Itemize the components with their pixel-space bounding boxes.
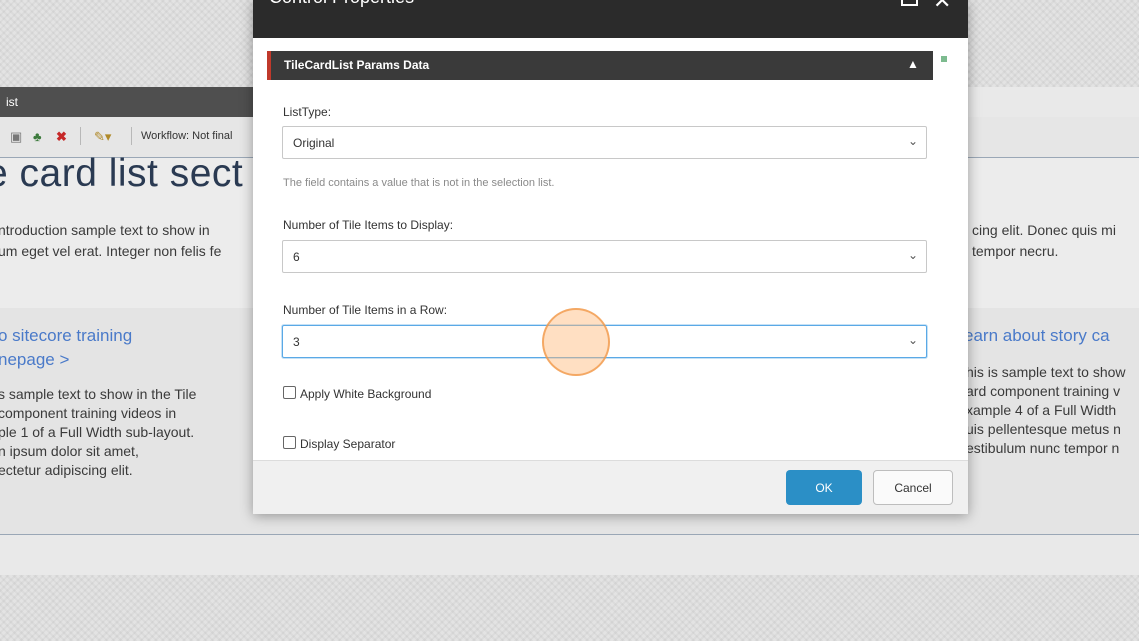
card-text-line: n ipsum dolor sit amet, xyxy=(0,443,139,459)
collapse-chevron-icon[interactable]: ▲ xyxy=(907,57,919,71)
intro-text-line: ntroduction sample text to show in xyxy=(0,222,210,238)
items-in-row-label: Number of Tile Items in a Row: xyxy=(283,303,448,317)
card-link-training[interactable]: nepage > xyxy=(0,348,69,372)
control-properties-dialog: Control Properties ✕ TileCardList Params… xyxy=(253,0,968,514)
separator-checkbox[interactable] xyxy=(283,436,296,449)
close-icon[interactable]: ✕ xyxy=(933,0,951,14)
list-type-warning: The field contains a value that is not i… xyxy=(283,177,555,189)
card-text-line: ectetur adipiscing elit. xyxy=(0,462,133,478)
card-text-line: uis pellentesque metus n xyxy=(966,421,1121,437)
dialog-footer: OK Cancel xyxy=(253,460,968,514)
toolbar-divider xyxy=(80,127,81,145)
workflow-icon[interactable]: ✎▾ xyxy=(94,129,111,145)
items-in-row-select[interactable]: 3 ⌄ xyxy=(282,325,927,358)
properties-icon[interactable]: ▣ xyxy=(10,129,22,145)
dialog-title: Control Properties xyxy=(269,0,414,8)
users-icon[interactable]: ♣ xyxy=(33,129,42,144)
white-background-label: Apply White Background xyxy=(300,387,432,401)
card-text-line: s sample text to show in the Tile xyxy=(0,386,197,402)
dialog-body: TileCardList Params Data ▲ ListType: Ori… xyxy=(253,38,968,460)
maximize-icon[interactable] xyxy=(901,0,918,6)
intro-text-line: um eget vel erat. Integer non felis fe xyxy=(0,243,222,259)
card-text-line: xample 4 of a Full Width xyxy=(966,402,1117,418)
card-link-training[interactable]: o sitecore training xyxy=(0,324,132,348)
chevron-down-icon: ⌄ xyxy=(907,333,918,347)
params-section-title: TileCardList Params Data xyxy=(284,58,430,72)
section-title: e card list sect xyxy=(0,152,244,195)
cancel-button[interactable]: Cancel xyxy=(873,470,953,505)
separator-option[interactable]: Display Separator xyxy=(283,436,395,451)
background-pattern-bottom xyxy=(0,575,1139,641)
dialog-header: Control Properties ✕ xyxy=(253,0,968,38)
card-text-line: ple 1 of a Full Width sub-layout. xyxy=(0,424,195,440)
white-background-checkbox[interactable] xyxy=(283,386,296,399)
ok-button[interactable]: OK xyxy=(786,470,862,505)
items-to-display-select[interactable]: 6 ⌄ xyxy=(282,240,927,273)
intro-text-line: cing elit. Donec quis mi xyxy=(972,222,1116,238)
card-text-line: component training videos in xyxy=(0,405,177,421)
list-type-label: ListType: xyxy=(283,105,332,119)
params-section-header[interactable]: TileCardList Params Data ▲ xyxy=(267,51,933,80)
card-text-line: estibulum nunc tempor n xyxy=(966,440,1120,456)
chevron-down-icon: ⌄ xyxy=(907,248,918,262)
status-square-icon xyxy=(941,56,947,62)
list-type-value: Original xyxy=(293,136,335,150)
separator-label: Display Separator xyxy=(300,437,396,451)
card-text-line: ard component training v xyxy=(966,383,1121,399)
chevron-down-icon: ⌄ xyxy=(907,134,918,148)
card-link-story[interactable]: earn about story ca xyxy=(964,324,1110,348)
delete-icon[interactable]: ✖ xyxy=(56,129,67,145)
white-background-option[interactable]: Apply White Background xyxy=(283,386,431,401)
intro-text-line: tempor necru. xyxy=(972,243,1059,259)
items-in-row-value: 3 xyxy=(293,335,300,349)
items-to-display-value: 6 xyxy=(293,250,300,264)
card-text-line: his is sample text to show xyxy=(966,364,1126,380)
ribbon-title: ist xyxy=(0,87,260,117)
workflow-status: Workflow: Not final xyxy=(141,130,233,142)
items-to-display-label: Number of Tile Items to Display: xyxy=(283,218,454,232)
toolbar-divider xyxy=(131,127,132,145)
list-type-select[interactable]: Original ⌄ xyxy=(282,126,927,159)
